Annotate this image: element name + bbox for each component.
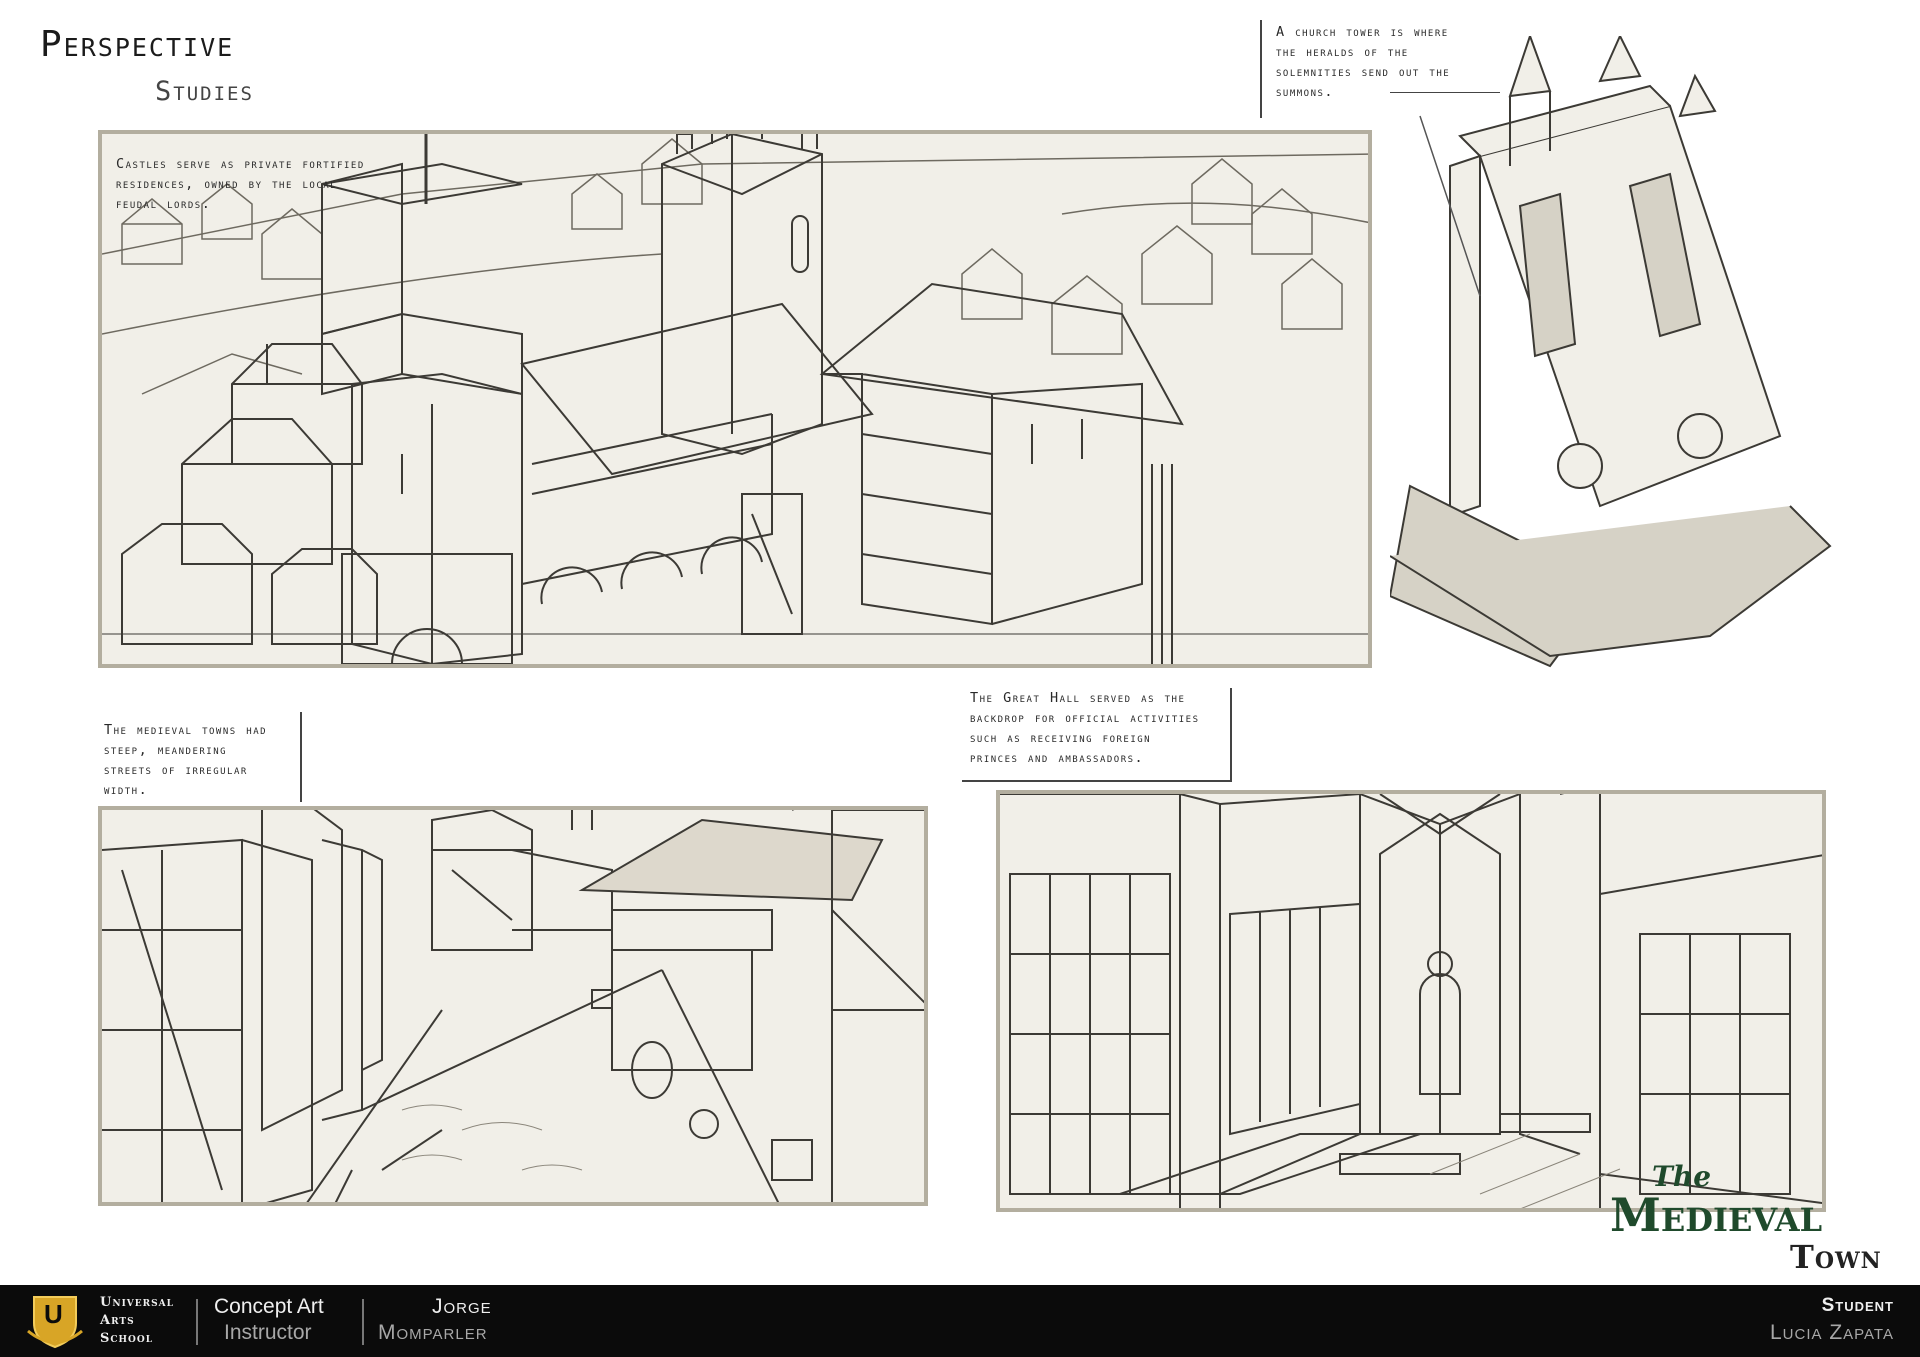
castle-caption: Castles serve as private fortified resid… bbox=[116, 154, 476, 214]
medieval-town-logo: The Medieval Town bbox=[1610, 1160, 1910, 1280]
course-role: Instructor bbox=[224, 1321, 312, 1344]
instructor-last-name: Momparler bbox=[378, 1321, 488, 1344]
instructor-first-name: Jorge bbox=[432, 1295, 492, 1318]
caption-line: backdrop for official activities bbox=[970, 710, 1200, 726]
streets-panel bbox=[98, 806, 928, 1206]
logo-line-medieval: Medieval bbox=[1610, 1188, 1823, 1242]
caption-line: steep, meandering bbox=[104, 742, 228, 758]
caption-line: The Great Hall served as the bbox=[970, 690, 1186, 706]
caption-line: A church tower is where bbox=[1276, 24, 1449, 40]
page-title: Perspective bbox=[40, 24, 235, 65]
streets-sketch bbox=[102, 810, 924, 1202]
school-name-line1: Universal bbox=[100, 1295, 174, 1310]
church-caption: A church tower is where the heralds of t… bbox=[1276, 22, 1536, 102]
school-name-line2: Arts bbox=[100, 1313, 135, 1328]
student-role: Student bbox=[1821, 1295, 1894, 1316]
caption-line: residences, owned by the local bbox=[116, 176, 338, 192]
caption-line: such as receiving foreign bbox=[970, 730, 1152, 746]
caption-line: feudal lords. bbox=[116, 196, 212, 212]
caption-line: solemnities send out the bbox=[1276, 64, 1451, 80]
caption-line: The medieval towns had bbox=[104, 722, 268, 738]
church-tower-sketch bbox=[1390, 36, 1832, 668]
footer-divider bbox=[362, 1299, 364, 1345]
hall-caption-divider bbox=[1230, 688, 1232, 782]
streets-caption-divider bbox=[300, 712, 302, 802]
caption-line: the heralds of the bbox=[1276, 44, 1409, 60]
student-name: Lucia Zapata bbox=[1769, 1321, 1894, 1344]
castle-sketch bbox=[102, 134, 1368, 664]
footer-divider bbox=[196, 1299, 198, 1345]
hall-caption: The Great Hall served as the backdrop fo… bbox=[970, 688, 1240, 768]
logo-line-town: Town bbox=[1790, 1238, 1882, 1276]
caption-line: princes and ambassadors. bbox=[970, 750, 1145, 766]
caption-line: Castles serve as private fortified bbox=[116, 156, 365, 172]
church-caption-divider bbox=[1260, 20, 1262, 118]
page-subtitle: Studies bbox=[155, 76, 254, 107]
great-hall-sketch bbox=[1000, 794, 1822, 1208]
caption-line: summons. bbox=[1276, 84, 1335, 100]
badge-letter: U bbox=[44, 1299, 63, 1329]
course-name: Concept Art bbox=[214, 1295, 324, 1318]
footer-bar: U Universal Arts School Concept Art Inst… bbox=[0, 1285, 1920, 1357]
hall-caption-rule bbox=[962, 780, 1232, 782]
school-name-line3: School bbox=[100, 1331, 154, 1346]
caption-line: width. bbox=[104, 782, 149, 798]
caption-line: streets of irregular bbox=[104, 762, 248, 778]
great-hall-panel bbox=[996, 790, 1826, 1212]
streets-caption-block: The medieval towns had steep, meandering… bbox=[104, 720, 304, 800]
castle-panel: Castles serve as private fortified resid… bbox=[98, 130, 1372, 668]
